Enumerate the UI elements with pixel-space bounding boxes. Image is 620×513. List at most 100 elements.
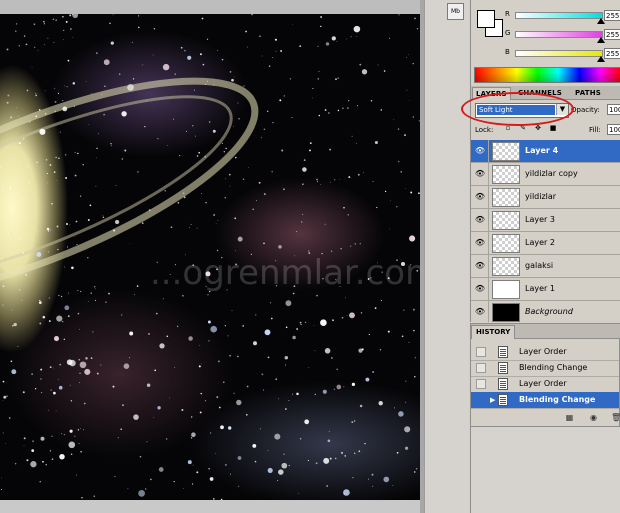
star (414, 17, 416, 20)
lock-brush-icon[interactable]: ✎ (519, 124, 527, 132)
star (34, 388, 37, 390)
eye-icon[interactable]: 👁 (474, 168, 486, 180)
layer-thumbnail (492, 234, 520, 253)
blue-slider[interactable] (515, 50, 603, 57)
tab-layers[interactable]: LAYERS (472, 87, 511, 100)
history-snapshot-checkbox[interactable] (476, 347, 486, 357)
star (174, 366, 176, 368)
tab-history[interactable]: HISTORY (471, 325, 516, 339)
star (217, 49, 219, 51)
blend-mode-value: Soft Light (477, 105, 555, 115)
lock-move-icon[interactable]: ✥ (534, 124, 542, 132)
layer-row[interactable]: 👁 Background (471, 301, 620, 322)
history-item[interactable]: Layer Order (471, 344, 619, 361)
star (137, 26, 140, 29)
star (53, 171, 56, 173)
star (212, 84, 214, 86)
eye-icon[interactable]: 👁 (474, 306, 486, 318)
new-document-from-state-icon[interactable]: ▦ (565, 413, 574, 422)
layer-row[interactable]: 👁 Layer 2 (471, 232, 620, 255)
history-footer: ▦ ◉ 🗑 (471, 410, 620, 426)
star (85, 81, 87, 83)
layer-row[interactable]: 👁 Layer 4 (471, 140, 620, 163)
star (284, 355, 289, 360)
star (353, 452, 356, 455)
star (413, 308, 415, 311)
new-snapshot-icon[interactable]: ◉ (589, 413, 598, 422)
star (77, 152, 79, 155)
star (180, 46, 183, 49)
star (102, 216, 105, 219)
star (360, 312, 363, 314)
blue-value-field[interactable]: 255 (604, 48, 620, 59)
green-value-field[interactable]: 255 (604, 29, 620, 40)
layer-row[interactable]: 👁 Layer 1 (471, 278, 620, 301)
eye-icon[interactable]: 👁 (474, 214, 486, 226)
star (255, 314, 257, 316)
star (79, 195, 82, 197)
mini-bridge-button[interactable]: Mb (447, 3, 464, 20)
star (329, 457, 332, 460)
star (353, 25, 361, 33)
star (23, 35, 26, 37)
star (75, 474, 78, 476)
layer-row[interactable]: 👁 galaksi (471, 255, 620, 278)
red-value-field[interactable]: 255 (604, 10, 620, 21)
star (209, 477, 214, 481)
star (233, 125, 234, 127)
history-snapshot-checkbox[interactable] (476, 379, 486, 389)
star (11, 309, 13, 311)
foreground-color-swatch[interactable] (477, 10, 495, 28)
layer-row[interactable]: 👁 yildizlar (471, 186, 620, 209)
star (77, 429, 80, 431)
history-item[interactable]: ▶ Blending Change (471, 392, 619, 409)
star (45, 464, 47, 466)
star (353, 420, 356, 422)
star (342, 107, 344, 110)
star (10, 232, 12, 235)
lock-all-icon[interactable]: ■ (549, 124, 557, 132)
star (315, 462, 318, 465)
red-slider[interactable] (515, 12, 603, 19)
tab-paths[interactable]: PATHS (572, 87, 604, 99)
color-spectrum-bar[interactable] (474, 67, 620, 83)
star (174, 73, 176, 75)
star (110, 142, 112, 145)
tab-channels[interactable]: CHANNELS (515, 87, 565, 99)
history-item[interactable]: Layer Order (471, 376, 619, 393)
star (339, 179, 341, 180)
trash-icon[interactable]: 🗑 (611, 413, 620, 422)
fill-field[interactable]: 100 (607, 124, 620, 135)
star (117, 437, 119, 439)
star (251, 14, 253, 16)
star (288, 400, 290, 401)
history-snapshot-checkbox[interactable] (476, 395, 486, 405)
eye-icon[interactable]: 👁 (474, 260, 486, 272)
lock-transparent-icon[interactable]: ▫ (504, 124, 512, 132)
star (318, 114, 321, 117)
history-item[interactable]: Blending Change (471, 360, 619, 377)
star (63, 39, 64, 41)
eye-icon[interactable]: 👁 (474, 191, 486, 203)
star (31, 373, 33, 375)
star (200, 392, 202, 395)
star (79, 328, 80, 330)
eye-icon[interactable]: 👁 (474, 145, 486, 157)
star (253, 341, 257, 346)
history-tabbar: HISTORY (471, 324, 620, 339)
star (69, 14, 72, 17)
layer-row[interactable]: 👁 yildizlar copy (471, 163, 620, 186)
green-slider[interactable] (515, 31, 603, 38)
star (344, 297, 346, 299)
image-canvas[interactable]: ...ogrenmlar.com (0, 14, 420, 500)
eye-icon[interactable]: 👁 (474, 283, 486, 295)
star (77, 312, 80, 315)
layer-row[interactable]: 👁 Layer 3 (471, 209, 620, 232)
eye-icon[interactable]: 👁 (474, 237, 486, 249)
star (221, 142, 223, 144)
blend-mode-dropdown[interactable]: Soft Light ▼ (475, 103, 569, 118)
chevron-down-icon[interactable]: ▼ (556, 104, 568, 115)
star (210, 325, 218, 333)
opacity-field[interactable]: 100 (607, 104, 620, 115)
history-snapshot-checkbox[interactable] (476, 363, 486, 373)
